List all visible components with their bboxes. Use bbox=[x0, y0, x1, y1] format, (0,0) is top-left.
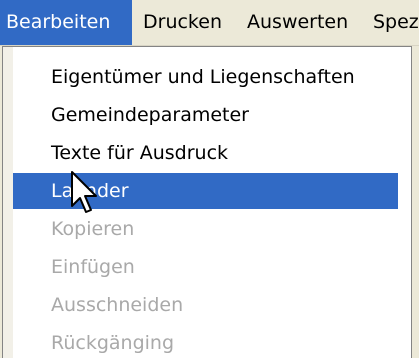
menu-icon-rail bbox=[3, 47, 13, 358]
menu-item-gemeindeparameter-label: Gemeindeparameter bbox=[51, 104, 249, 126]
menu-auswerten-label: Auswerten bbox=[247, 11, 349, 33]
menu-item-texte-fuer-ausdruck[interactable]: Texte für Ausdruck bbox=[13, 135, 398, 171]
menu-spezial-label: Spez bbox=[373, 11, 419, 33]
menu-item-rueckgaengig: Rückgänging bbox=[13, 325, 398, 358]
menu-item-ausschneiden-label: Ausschneiden bbox=[51, 294, 184, 316]
menu-item-eigentuemer[interactable]: Eigentümer und Liegenschaften bbox=[13, 59, 398, 95]
menu-spezial[interactable]: Spez bbox=[373, 0, 419, 45]
menu-item-einfuegen-label: Einfügen bbox=[51, 256, 135, 278]
menu-item-kopieren-label: Kopieren bbox=[51, 218, 135, 240]
menu-item-laender-label: Laender bbox=[51, 180, 129, 202]
menu-drucken[interactable]: Drucken bbox=[143, 0, 222, 45]
menu-bearbeiten[interactable]: Bearbeiten bbox=[0, 0, 132, 45]
menu-item-eigentuemer-label: Eigentümer und Liegenschaften bbox=[51, 66, 355, 88]
menu-item-kopieren: Kopieren bbox=[13, 211, 398, 247]
menu-drucken-label: Drucken bbox=[143, 11, 222, 33]
menu-item-einfuegen: Einfügen bbox=[13, 249, 398, 285]
menu-auswerten[interactable]: Auswerten bbox=[247, 0, 348, 45]
menu-item-laender[interactable]: Laender bbox=[13, 173, 398, 209]
menu-item-gemeindeparameter[interactable]: Gemeindeparameter bbox=[13, 97, 398, 133]
menu-bearbeiten-label: Bearbeiten bbox=[6, 11, 111, 33]
bearbeiten-dropdown-menu: Eigentümer und Liegenschaften Gemeindepa… bbox=[2, 46, 412, 358]
menu-item-texte-fuer-ausdruck-label: Texte für Ausdruck bbox=[51, 142, 229, 164]
menu-bar: Bearbeiten Drucken Auswerten Spez bbox=[0, 0, 419, 46]
menu-item-rueckgaengig-label: Rückgänging bbox=[51, 332, 175, 354]
menu-item-ausschneiden: Ausschneiden bbox=[13, 287, 398, 323]
